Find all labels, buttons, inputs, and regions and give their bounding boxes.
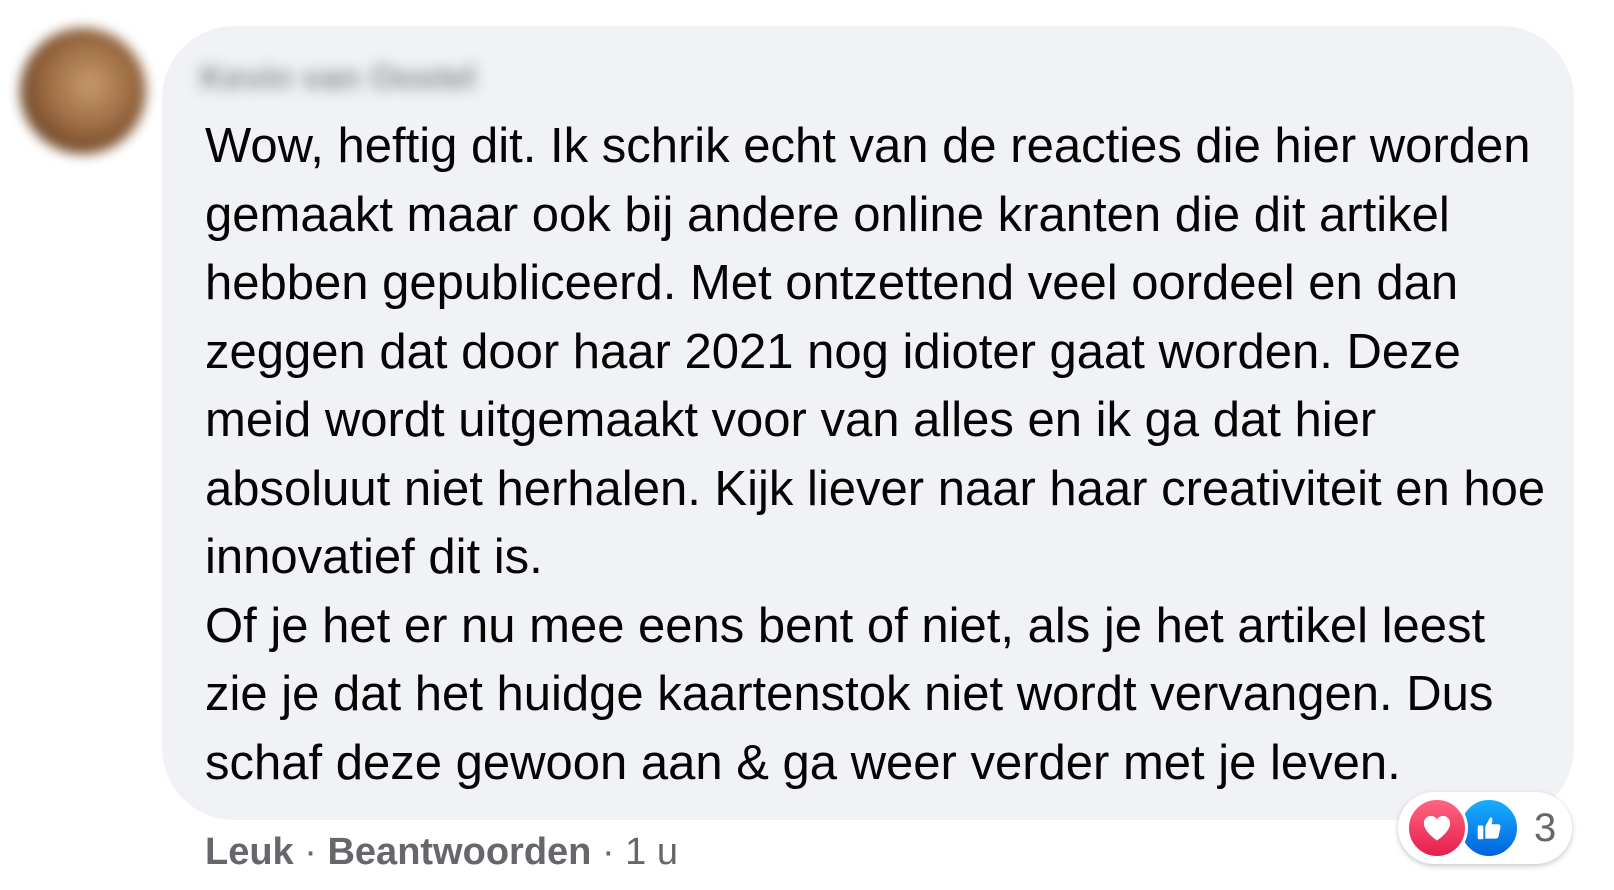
comment-text: Wow, heftig dit. Ik schrik echt van de r… — [205, 112, 1555, 797]
timestamp[interactable]: 1 u — [625, 831, 678, 873]
separator: · — [293, 831, 328, 873]
avatar[interactable] — [20, 28, 146, 154]
comment-author[interactable]: Kevin van Oostel — [200, 56, 476, 100]
comment-actions: Leuk · Beantwoorden · 1 u — [205, 826, 678, 878]
comment-paragraph-2: Of je het er nu mee eens bent of niet, a… — [205, 598, 1494, 790]
comment-paragraph-1: Wow, heftig dit. Ik schrik echt van de r… — [205, 119, 1546, 584]
reply-link[interactable]: Beantwoorden — [327, 831, 591, 873]
heart-icon — [1406, 797, 1468, 859]
comment: Kevin van Oostel Wow, heftig dit. Ik sch… — [0, 0, 1614, 890]
reaction-icons — [1406, 797, 1522, 859]
reaction-summary[interactable]: 3 — [1398, 792, 1573, 864]
reaction-count: 3 — [1534, 805, 1557, 850]
separator: · — [591, 831, 626, 873]
like-link[interactable]: Leuk — [205, 831, 294, 873]
